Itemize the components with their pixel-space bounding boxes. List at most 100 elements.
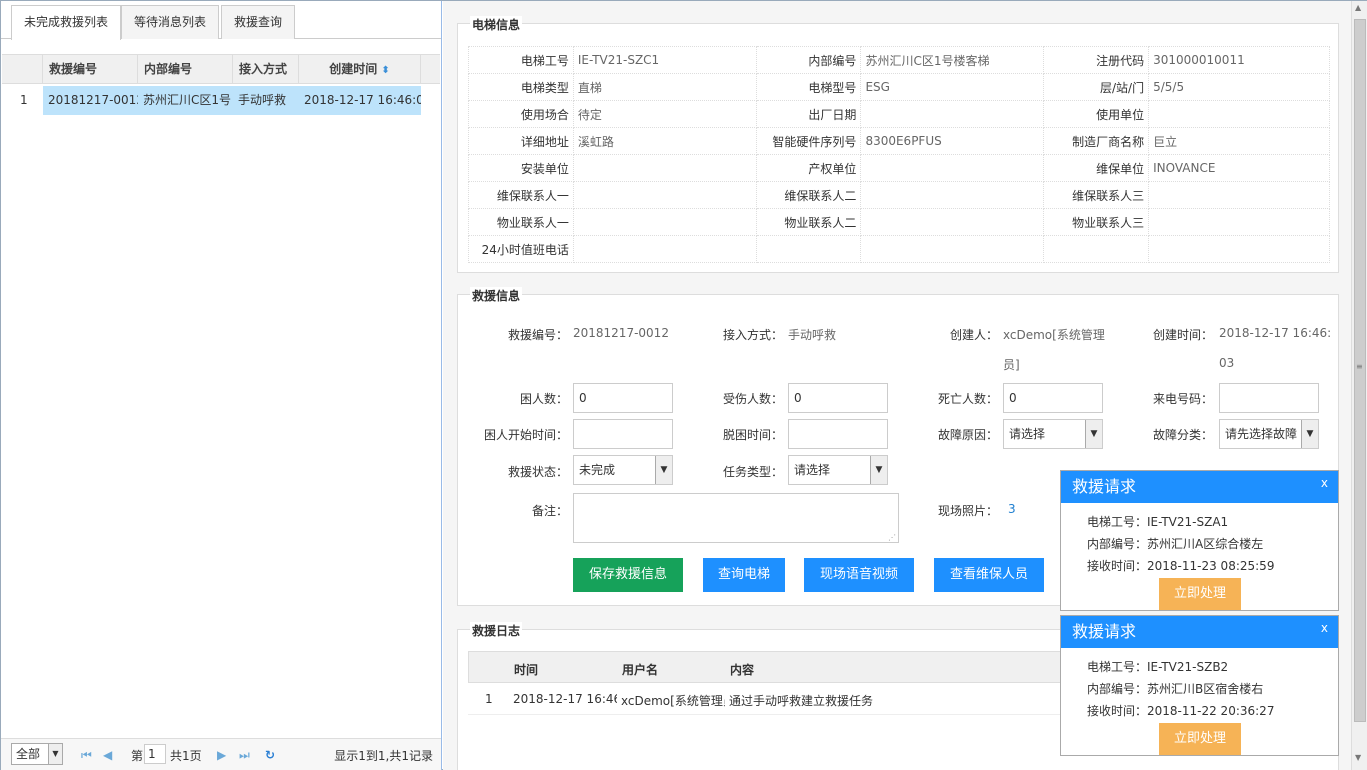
elevator-info-legend: 电梯信息 <box>470 16 523 33</box>
close-icon[interactable]: x <box>1321 467 1328 499</box>
scroll-up-icon[interactable]: ▲ <box>1355 3 1361 12</box>
view-maintainers-button[interactable]: 查看维保人员 <box>934 558 1044 592</box>
elevator-info-row: 24小时值班电话 <box>468 235 1330 263</box>
release-label: 脱困时间： <box>722 428 783 442</box>
dead-label: 死亡人数： <box>937 392 998 406</box>
task-type-select[interactable]: 请选择 ▼ <box>788 455 888 485</box>
rescue-no-value: 20181217-0012 <box>573 326 669 340</box>
remark-textarea[interactable]: ⋰ <box>573 493 899 543</box>
created-value-line2: 03 <box>1219 356 1235 370</box>
status-select[interactable]: 未完成 ▼ <box>573 455 673 485</box>
elevator-field-label: 出厂日期 <box>755 100 862 128</box>
elevator-field-label: 物业联系人二 <box>755 208 862 236</box>
elevator-field-value: IE-TV21-SZC1 <box>572 46 757 74</box>
close-icon[interactable]: x <box>1321 612 1328 644</box>
sort-icon[interactable]: ⬍ <box>381 65 389 76</box>
resize-handle-icon[interactable]: ⋰ <box>888 534 896 542</box>
tab-rescue-query[interactable]: 救援查询 <box>221 5 296 39</box>
fault-reason-select[interactable]: 请选择 ▼ <box>1003 419 1103 449</box>
table-row[interactable]: 1 20181217-0012 苏州汇川C区1号 手动呼救 2018-12-17… <box>2 86 440 116</box>
elevator-field-label: 电梯型号 <box>755 73 862 101</box>
refresh-icon[interactable]: ↻ <box>265 748 275 762</box>
query-elevator-button[interactable]: 查询电梯 <box>703 558 785 592</box>
grid-header-created[interactable]: 创建时间 ⬍ <box>299 55 421 84</box>
created-label: 创建时间： <box>1152 328 1213 342</box>
page-size-value: 全部 <box>16 747 41 761</box>
page-size-select[interactable]: 全部 ▼ <box>11 743 63 765</box>
elevator-field-value: 待定 <box>572 100 757 128</box>
dead-input[interactable]: 0 <box>1003 383 1103 413</box>
elevator-field-value <box>860 154 1045 182</box>
fault-reason-value: 请选择 <box>1009 427 1046 441</box>
elevator-field-label: 维保联系人一 <box>468 181 574 209</box>
elevator-field-label: 维保联系人三 <box>1043 181 1150 209</box>
caller-label: 来电号码： <box>1152 392 1213 406</box>
chevron-down-icon: ▼ <box>655 456 672 484</box>
elevator-field-label: 层/站/门 <box>1043 73 1150 101</box>
scroll-down-icon[interactable]: ▼ <box>1355 753 1361 762</box>
scroll-thumb[interactable]: ≡ <box>1354 19 1366 722</box>
rescue-request-popup[interactable]: 救援请求 x 电梯工号：IE-TV21-SZA1 内部编号：苏州汇川A区综合楼左… <box>1060 470 1339 611</box>
fault-reason-label: 故障原因： <box>937 428 998 442</box>
elevator-field-label: 使用单位 <box>1043 100 1150 128</box>
trap-start-input[interactable] <box>573 419 673 449</box>
elevator-field-label: 详细地址 <box>468 127 574 155</box>
chevron-down-icon: ▼ <box>870 456 887 484</box>
elevator-field-label: 注册代码 <box>1043 46 1150 74</box>
grid-header-index <box>2 55 43 84</box>
photos-count-link[interactable]: 3 <box>1008 502 1016 516</box>
elevator-field-label: 产权单位 <box>755 154 862 182</box>
log-row-time: 2018-12-17 16:46: <box>513 692 617 706</box>
elevator-info-section: 电梯信息 电梯工号 IE-TV21-SZC1 内部编号 苏州汇川C区1号楼客梯 注册代码… <box>457 16 1339 273</box>
log-header-time[interactable]: 时间 <box>514 661 538 678</box>
grip-icon: ≡ <box>1356 362 1363 371</box>
photos-label: 现场照片： <box>937 504 998 518</box>
elevator-field-value <box>860 181 1045 209</box>
rescue-no-label: 救援编号： <box>507 328 568 342</box>
elevator-field-label: 智能硬件序列号 <box>755 127 862 155</box>
grid-header-access[interactable]: 接入方式 <box>233 55 299 84</box>
grid-header-internal-no[interactable]: 内部编号 <box>138 55 233 84</box>
elevator-info-row: 使用场合 待定 出厂日期 使用单位 <box>468 100 1330 128</box>
creator-label: 创建人： <box>949 328 998 342</box>
release-input[interactable] <box>788 419 888 449</box>
elevator-field-value <box>1148 208 1330 236</box>
log-header-user[interactable]: 用户名 <box>622 661 658 678</box>
save-rescue-button[interactable]: 保存救援信息 <box>573 558 683 592</box>
status-value: 未完成 <box>579 463 616 477</box>
elevator-field-value: 直梯 <box>572 73 757 101</box>
page-total: 共1页 <box>170 749 202 763</box>
log-header-content[interactable]: 内容 <box>730 661 754 678</box>
elevator-field-label: 24小时值班电话 <box>468 235 574 263</box>
tab-waiting-messages[interactable]: 等待消息列表 <box>121 5 220 39</box>
trapped-input[interactable]: 0 <box>573 383 673 413</box>
elevator-field-label <box>1043 235 1150 263</box>
caller-input[interactable] <box>1219 383 1319 413</box>
elevator-field-value: 8300E6PFUS <box>860 127 1045 155</box>
app-window: 未完成救援列表 等待消息列表 救援查询 救援编号 内部编号 接入方式 创建时间 … <box>0 0 1367 770</box>
handle-now-button[interactable]: 立即处理 <box>1159 578 1241 610</box>
vertical-scrollbar[interactable]: ▲ ≡ ▼ <box>1351 1 1367 770</box>
popup-header: 救援请求 x <box>1061 616 1338 648</box>
row-created: 2018-12-17 16:46:03 <box>299 86 421 115</box>
first-page-icon[interactable]: ⏮ <box>81 748 92 763</box>
elevator-info-row: 电梯类型 直梯 电梯型号 ESG 层/站/门 5/5/5 <box>468 73 1330 101</box>
fault-type-label: 故障分类： <box>1152 428 1213 442</box>
handle-now-button[interactable]: 立即处理 <box>1159 723 1241 755</box>
injured-input[interactable]: 0 <box>788 383 888 413</box>
task-type-label: 任务类型： <box>722 465 783 479</box>
last-page-icon[interactable]: ⏭ <box>239 748 250 763</box>
grid-header-rescue-no[interactable]: 救援编号 <box>43 55 138 84</box>
chevron-down-icon: ▼ <box>48 744 62 764</box>
onsite-voice-video-button[interactable]: 现场语音视频 <box>804 558 914 592</box>
next-page-icon[interactable]: ▶ <box>217 748 226 762</box>
chevron-down-icon: ▼ <box>1301 420 1318 448</box>
elevator-field-label: 安装单位 <box>468 154 574 182</box>
fault-type-select[interactable]: 请先选择故障 ▼ <box>1219 419 1319 449</box>
tab-unfinished-rescues[interactable]: 未完成救援列表 <box>11 5 122 40</box>
rescue-request-popup[interactable]: 救援请求 x 电梯工号：IE-TV21-SZB2 内部编号：苏州汇川B区宿舍楼右… <box>1060 615 1339 756</box>
elevator-field-value <box>860 208 1045 236</box>
pager: 全部 ▼ ⏮ ◀ 第 1 共1页 ▶ ⏭ ↻ 显示1到1,共1记录 <box>1 738 441 770</box>
page-number-input[interactable]: 1 <box>144 744 166 764</box>
prev-page-icon[interactable]: ◀ <box>103 748 112 762</box>
